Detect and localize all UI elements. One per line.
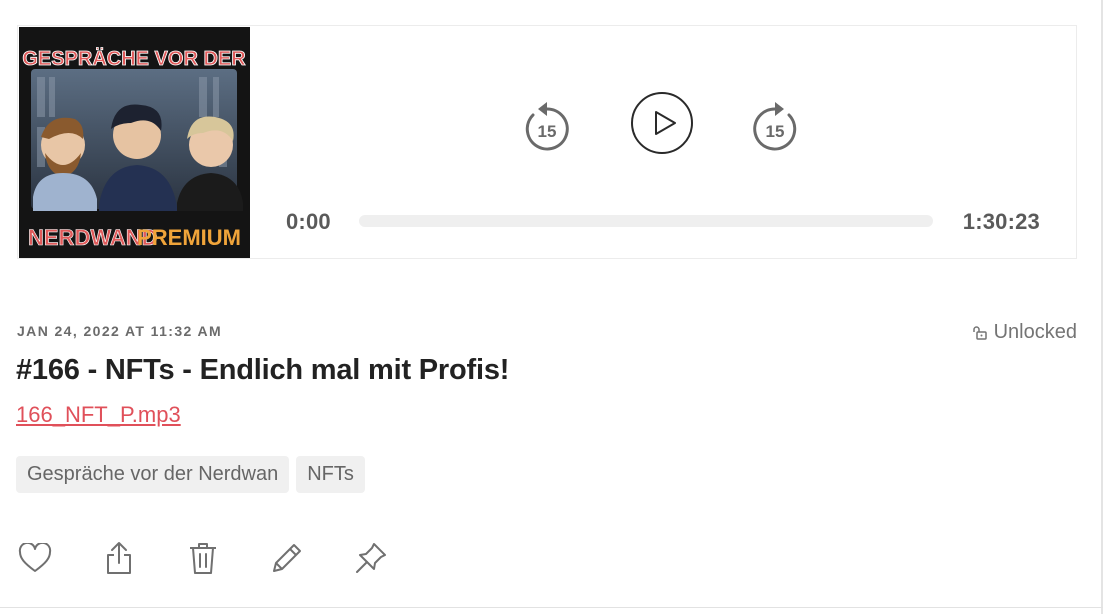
cover-title-top: GESPRÄCHE VOR DER bbox=[22, 47, 246, 70]
audio-player: GESPRÄCHE VOR DER NERDWAND PREMIUM 15 15… bbox=[17, 25, 1077, 259]
pin-button[interactable] bbox=[353, 540, 389, 576]
tag-list: Gespräche vor der Nerdwan NFTs bbox=[16, 456, 365, 493]
pin-icon bbox=[356, 543, 386, 573]
like-button[interactable] bbox=[17, 540, 53, 576]
pencil-icon bbox=[273, 544, 301, 572]
tag-gespraeche[interactable]: Gespräche vor der Nerdwan bbox=[16, 456, 290, 493]
play-icon bbox=[631, 92, 693, 154]
divider bbox=[0, 607, 1103, 608]
unlock-icon bbox=[972, 325, 987, 340]
rewind-seconds-label: 15 bbox=[538, 122, 557, 141]
rewind-icon: 15 bbox=[525, 102, 569, 151]
post-title: #166 - NFTs - Endlich mal mit Profis! bbox=[16, 354, 510, 386]
edit-button[interactable] bbox=[269, 540, 305, 576]
access-status-label: Unlocked bbox=[993, 321, 1077, 343]
post-actions bbox=[17, 540, 437, 576]
delete-button[interactable] bbox=[185, 540, 221, 576]
total-duration: 1:30:23 bbox=[962, 209, 1040, 234]
progress-bar[interactable] bbox=[359, 215, 933, 227]
tag-nfts[interactable]: NFTs bbox=[296, 456, 365, 493]
play-button[interactable] bbox=[630, 91, 694, 155]
forward-15-button[interactable]: 15 bbox=[751, 99, 799, 151]
post-page: GESPRÄCHE VOR DER NERDWAND PREMIUM 15 15… bbox=[0, 0, 1103, 614]
audio-file-link[interactable]: 166_NFT_P.mp3 bbox=[16, 402, 181, 428]
trash-icon bbox=[190, 543, 216, 574]
current-time: 0:00 bbox=[286, 209, 331, 234]
share-button[interactable] bbox=[101, 540, 137, 576]
cover-title-premium: PREMIUM bbox=[137, 225, 241, 250]
forward-seconds-label: 15 bbox=[766, 122, 785, 141]
share-icon bbox=[107, 542, 131, 574]
forward-icon: 15 bbox=[753, 102, 797, 151]
heart-icon bbox=[18, 543, 52, 572]
post-date: JAN 24, 2022 AT 11:32 AM bbox=[17, 323, 223, 339]
access-status: Unlocked bbox=[972, 321, 1077, 344]
rewind-15-button[interactable]: 15 bbox=[523, 99, 571, 151]
podcast-cover-image: GESPRÄCHE VOR DER NERDWAND PREMIUM bbox=[19, 27, 250, 258]
